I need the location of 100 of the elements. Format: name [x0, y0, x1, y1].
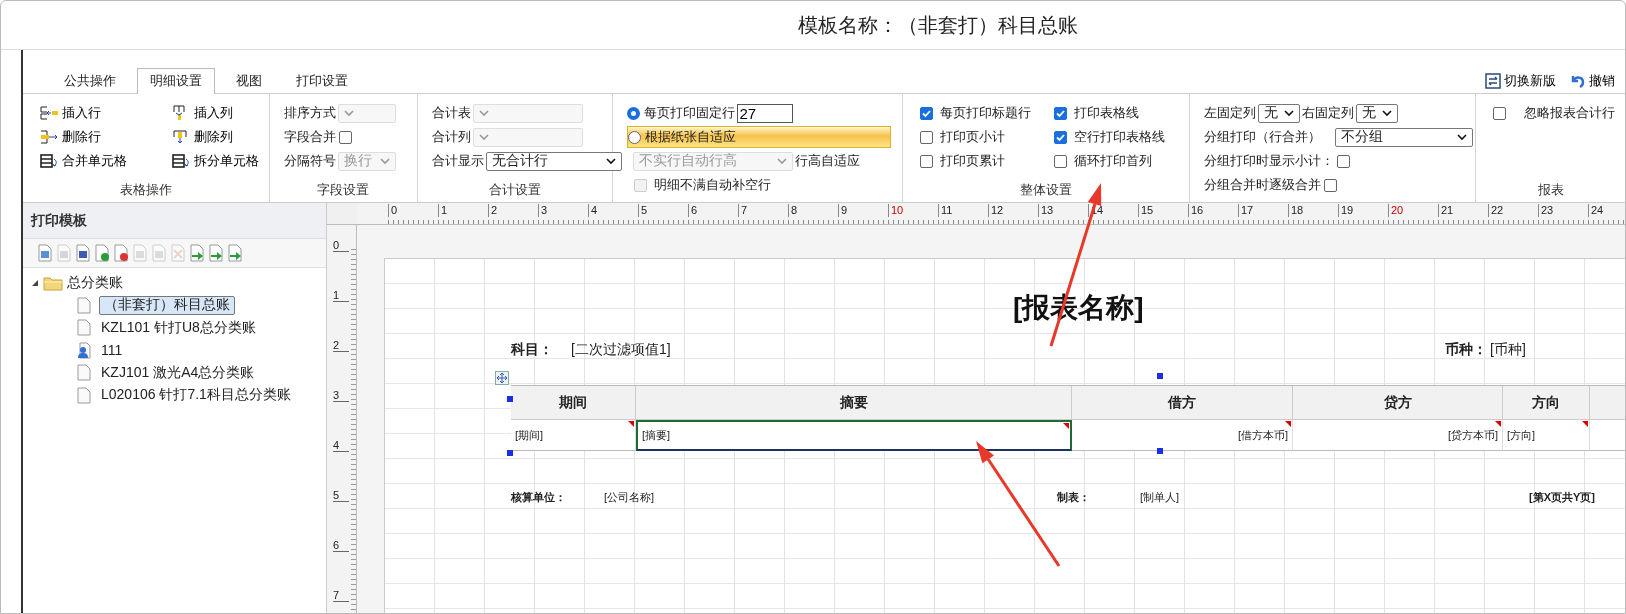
- tree-item[interactable]: 总分类账: [67, 274, 123, 292]
- field-label: 分隔符号: [284, 152, 336, 170]
- dropdown[interactable]: 不分组: [1335, 127, 1473, 147]
- table-cell[interactable]: [借方本币]: [1072, 420, 1293, 451]
- checkbox-label: 打印页小计: [939, 128, 1005, 146]
- caret-icon: [605, 157, 616, 165]
- group-label: 整体设置: [1018, 181, 1073, 199]
- ruler-corner: [327, 203, 357, 225]
- insert-row-icon: [40, 106, 58, 119]
- import-icon[interactable]: [189, 244, 205, 262]
- field-label: 分组打印（行合并）: [1204, 128, 1321, 146]
- table-cell[interactable]: [贷方本币]: [1293, 420, 1503, 451]
- checkbox[interactable]: [1053, 154, 1067, 168]
- ribbon-button[interactable]: 插入列: [171, 102, 281, 123]
- group-label: 合计设置: [487, 181, 542, 199]
- tab[interactable]: 公共操作: [51, 68, 129, 93]
- tree-item[interactable]: KZL101 针打U8总分类账: [97, 317, 260, 338]
- caret-icon: [478, 109, 489, 117]
- field-label: 核算单位：: [511, 490, 566, 505]
- field-label: 制表：: [1057, 490, 1090, 505]
- checkbox[interactable]: [1493, 107, 1506, 120]
- document-icon: [77, 364, 91, 382]
- checkbox[interactable]: [919, 154, 933, 168]
- export-icon[interactable]: [208, 244, 224, 262]
- group-label: 字段设置: [316, 181, 371, 199]
- move-handle-icon[interactable]: [495, 371, 509, 385]
- ribbon-button[interactable]: 合并单元格: [39, 150, 171, 171]
- checkbox-label: 空行打印表格线: [1073, 128, 1165, 146]
- field-label: 合计显示: [431, 152, 484, 170]
- tree-item[interactable]: （非套打）科目总账: [99, 295, 235, 315]
- checkbox[interactable]: [1053, 106, 1067, 120]
- tab[interactable]: 打印设置: [283, 68, 361, 93]
- tree-item[interactable]: L020106 针打7.1科目总分类账: [97, 385, 295, 406]
- table-cell[interactable]: [方向]: [1503, 420, 1590, 451]
- table-header-cell: 方向: [1503, 386, 1590, 420]
- caret-icon: [344, 109, 354, 117]
- ribbon-button[interactable]: 删除列: [171, 126, 281, 147]
- tree-item[interactable]: KZJ101 激光A4总分类账: [97, 362, 259, 383]
- field-label: 合计列: [431, 128, 471, 146]
- checkbox-label: 忽略报表合计行: [1522, 104, 1616, 122]
- checkbox-label: 循环打印首列: [1073, 152, 1152, 170]
- new-document-icon[interactable]: [37, 244, 53, 262]
- expand-icon[interactable]: [31, 279, 39, 287]
- field-value: [制单人]: [1140, 490, 1180, 505]
- caret-icon: [1457, 133, 1467, 141]
- resize-handle[interactable]: [507, 450, 513, 456]
- table-header-cell: 贷方: [1293, 386, 1503, 420]
- dropdown[interactable]: 无: [1258, 103, 1300, 123]
- ribbon-button[interactable]: 删除行: [39, 126, 171, 147]
- delete-row-icon: [40, 130, 58, 143]
- checkbox-label: 每页打印标题行: [939, 104, 1031, 122]
- radio-button[interactable]: [627, 130, 641, 144]
- delete-document-icon[interactable]: [113, 244, 129, 262]
- field-value: [币种]: [1490, 341, 1526, 359]
- dropdown[interactable]: 无: [1356, 103, 1398, 123]
- checkbox[interactable]: [1053, 130, 1067, 144]
- checkbox[interactable]: [339, 130, 352, 144]
- caret-icon: [478, 133, 489, 141]
- checkbox[interactable]: [1324, 178, 1337, 192]
- merge-cells-icon: [40, 153, 57, 168]
- resize-handle[interactable]: [507, 396, 513, 402]
- checkbox[interactable]: [1337, 154, 1350, 168]
- document-icon: [77, 296, 91, 314]
- tab[interactable]: 明细设置: [137, 68, 215, 94]
- ribbon-button[interactable]: 插入行: [39, 102, 171, 123]
- approve-document-icon[interactable]: [94, 244, 110, 262]
- field-label: 分组打印时显示小计：: [1204, 152, 1334, 170]
- field-label: 左固定列: [1204, 104, 1256, 122]
- delete-column-icon: [173, 130, 187, 143]
- checkbox-label: 明细不满自动补空行: [653, 176, 771, 194]
- ribbon-button[interactable]: 拆分单元格: [171, 150, 281, 171]
- caret-icon: [776, 157, 787, 165]
- caret-icon: [380, 157, 390, 165]
- tab[interactable]: 视图: [223, 68, 275, 93]
- table-cell[interactable]: [摘要]: [636, 420, 1072, 451]
- rows-input[interactable]: 27: [736, 103, 793, 123]
- toolbar-button[interactable]: 切换新版: [1483, 71, 1558, 90]
- user-icon: [77, 341, 91, 359]
- table-cell[interactable]: [期间]: [511, 420, 636, 451]
- window-title: 模板名称：（非套打）科目总账: [798, 12, 1078, 38]
- field-value: [公司名称]: [604, 490, 655, 505]
- insert-column-icon: [173, 105, 185, 120]
- field-label: 分组合并时逐级合并: [1204, 176, 1321, 194]
- toolbar-button[interactable]: 撤销: [1568, 71, 1617, 90]
- checkbox[interactable]: [919, 106, 933, 120]
- resize-handle[interactable]: [1157, 448, 1163, 454]
- document-icon: [77, 319, 91, 337]
- caret-icon: [1284, 109, 1294, 117]
- group-label: 报表: [1536, 181, 1565, 199]
- radio-label: 每页打印固定行: [643, 104, 735, 122]
- folder-icon: [43, 275, 63, 291]
- panel-title: 打印模板: [23, 203, 326, 239]
- caret-icon: [1382, 109, 1392, 117]
- dropdown[interactable]: 无合计行: [485, 151, 622, 171]
- resize-handle[interactable]: [1157, 373, 1163, 379]
- field-label: 字段合并: [284, 128, 336, 146]
- table-header-cell: 摘要: [636, 386, 1072, 420]
- radio-button[interactable]: [626, 106, 640, 120]
- checkbox[interactable]: [919, 130, 933, 144]
- tree-item[interactable]: 111: [97, 341, 127, 360]
